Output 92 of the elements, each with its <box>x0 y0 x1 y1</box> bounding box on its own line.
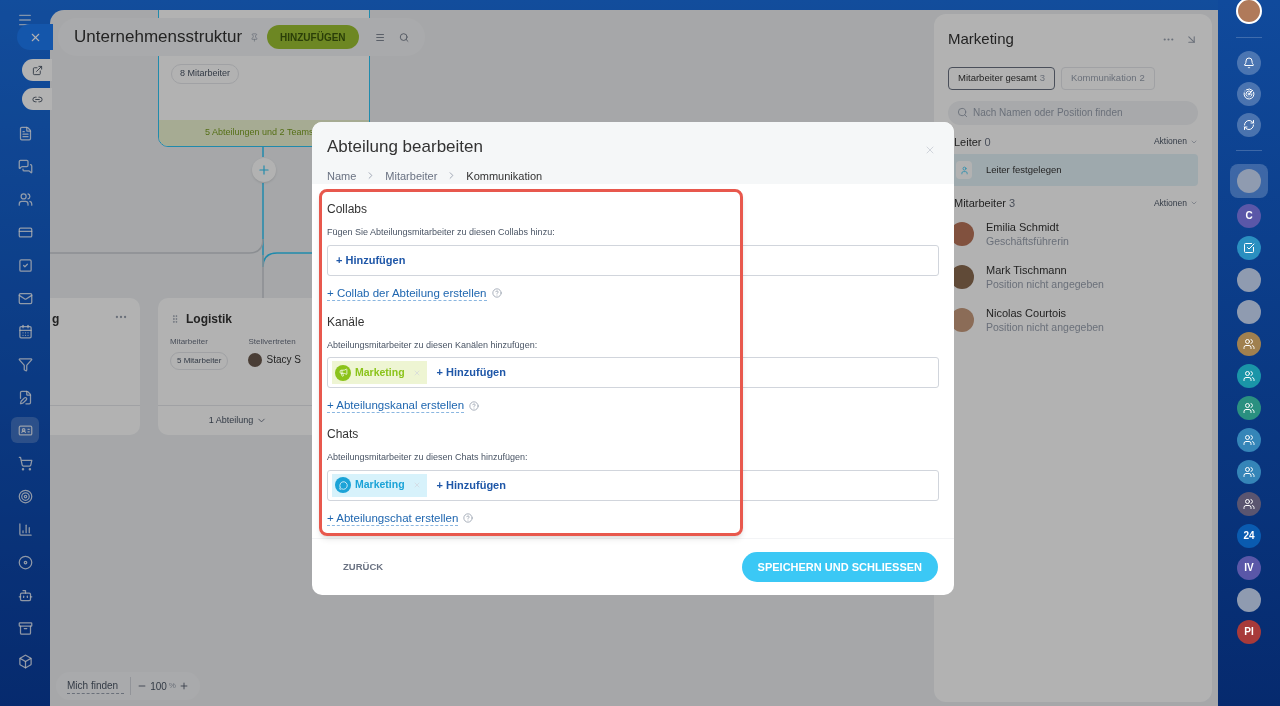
chat-item[interactable]: 24 <box>1230 521 1268 550</box>
create-link[interactable]: + Abteilungskanal erstellen <box>327 398 465 413</box>
section-title: Leiter <box>954 134 982 150</box>
percent-sign: % <box>168 680 176 692</box>
avatar <box>248 352 263 367</box>
drag-handle-icon[interactable] <box>170 313 180 325</box>
card-title: g <box>52 311 60 328</box>
radar-icon[interactable] <box>1237 82 1261 106</box>
contact-avatar <box>1237 169 1261 193</box>
find-me-link[interactable]: Mich finden <box>67 678 125 694</box>
person-name: Stacy S <box>266 353 301 367</box>
close-button[interactable] <box>17 24 53 50</box>
actions-menu[interactable]: Aktionen <box>1153 196 1187 210</box>
breadcrumb-step[interactable]: Name <box>327 167 357 184</box>
card-title: Logistik <box>186 311 232 328</box>
nav-icon <box>17 323 33 339</box>
connector-line <box>262 147 264 158</box>
employee-position: Geschäftsführerin <box>986 233 1069 248</box>
profile-avatar[interactable] <box>1236 0 1262 24</box>
contact-initials: IV <box>1237 555 1261 580</box>
nav-icon <box>17 554 33 570</box>
search-icon <box>957 107 968 118</box>
sync-chat-icon[interactable] <box>1237 113 1261 137</box>
panel-title: Marketing <box>948 29 1014 49</box>
field-label: Mitarbeiter <box>170 336 209 348</box>
external-link-icon <box>31 64 43 76</box>
department-card[interactable]: g <box>50 298 140 435</box>
contact-avatar <box>1237 587 1261 612</box>
selector-field[interactable]: Marketing + Hinzufügen <box>327 469 939 501</box>
nav-icon <box>17 422 33 438</box>
nav-icon <box>17 521 33 537</box>
nav-icon <box>17 488 33 504</box>
employee-name: Mark Tischmann <box>986 262 1068 277</box>
zoom-level: 100 <box>150 679 167 694</box>
section-hint: Abteilungsmitarbeiter zu diesen Chats hinzufügen: <box>327 451 529 464</box>
nav-icon <box>17 125 33 141</box>
nav-icon <box>17 356 33 372</box>
add-link[interactable]: + Hinzufügen <box>332 251 410 269</box>
nav-icon <box>17 191 33 207</box>
copy-link-button[interactable] <box>22 88 52 110</box>
add-link[interactable]: + Hinzufügen <box>432 476 510 494</box>
employee-name: Nicolas Courtois <box>986 305 1068 320</box>
chat-item[interactable]: IV <box>1230 553 1268 582</box>
chat-item[interactable]: PI <box>1230 617 1268 646</box>
contact-avatar <box>1237 299 1261 324</box>
contact-initials: PI <box>1237 619 1261 644</box>
employee-position: Position nicht angegeben <box>986 276 1104 291</box>
back-button[interactable]: ZURÜCK <box>328 559 399 574</box>
contact-initials: C <box>1237 203 1261 228</box>
employee-name: Emilia Schmidt <box>986 219 1060 234</box>
subdepartment-count[interactable]: 1 Abteilung <box>208 413 254 428</box>
section-title: Collabs <box>327 201 369 218</box>
breadcrumb-step[interactable]: Kommunikation <box>466 167 543 184</box>
nav-icon <box>17 455 33 471</box>
nav-icon <box>17 290 33 306</box>
nav-icon <box>17 158 33 174</box>
placeholder-text: Leiter festgelegen <box>986 162 1062 177</box>
zoom-in-icon[interactable] <box>178 681 189 691</box>
breadcrumb-step[interactable]: Mitarbeiter <box>385 167 438 184</box>
section-title: Kanäle <box>327 313 366 331</box>
section-count: 3 <box>1008 196 1016 211</box>
selector-field[interactable]: + Hinzufügen <box>327 244 939 276</box>
actions-menu[interactable]: Aktionen <box>1153 135 1187 149</box>
field-label: Stellvertreten <box>248 336 297 348</box>
section-hint: Fügen Sie Abteilungsmitarbeiter zu diesen Collabs hinzu: <box>327 226 556 239</box>
employee-position: Position nicht angegeben <box>986 319 1104 334</box>
notifications-icon[interactable] <box>1237 51 1261 75</box>
search-input[interactable]: Nach Namen oder Position finden <box>973 105 1189 120</box>
nav-icon <box>17 257 33 273</box>
panel-tab[interactable]: Mitarbeiter gesamt 3 <box>948 66 1055 90</box>
nav-icon <box>17 389 33 405</box>
megaphone-icon <box>335 364 351 381</box>
person-icon <box>956 161 972 179</box>
selector-field[interactable]: Marketing + Hinzufügen <box>327 357 939 388</box>
add-node-button[interactable] <box>252 158 276 182</box>
nav-icon <box>17 653 33 669</box>
add-link[interactable]: + Hinzufügen <box>432 364 510 381</box>
contact-avatar <box>1237 267 1261 292</box>
open-external-button[interactable] <box>22 59 52 81</box>
section-count: 0 <box>984 134 991 150</box>
chat-item[interactable]: C <box>1230 201 1268 230</box>
contact-initials: 24 <box>1237 523 1261 548</box>
nav-icon <box>17 224 33 240</box>
plus-icon <box>257 163 271 177</box>
create-link[interactable]: + Collab der Abteilung erstellen <box>327 285 487 301</box>
nav-icon <box>17 620 33 636</box>
section-title: Mitarbeiter <box>954 196 1006 211</box>
create-link[interactable]: + Abteilungschat erstellen <box>327 510 459 526</box>
chat-bubble-icon <box>335 477 351 493</box>
menu-icon[interactable] <box>17 12 33 28</box>
search-field[interactable]: Nach Namen oder Position finden <box>948 100 1198 125</box>
nav-icon <box>17 587 33 603</box>
